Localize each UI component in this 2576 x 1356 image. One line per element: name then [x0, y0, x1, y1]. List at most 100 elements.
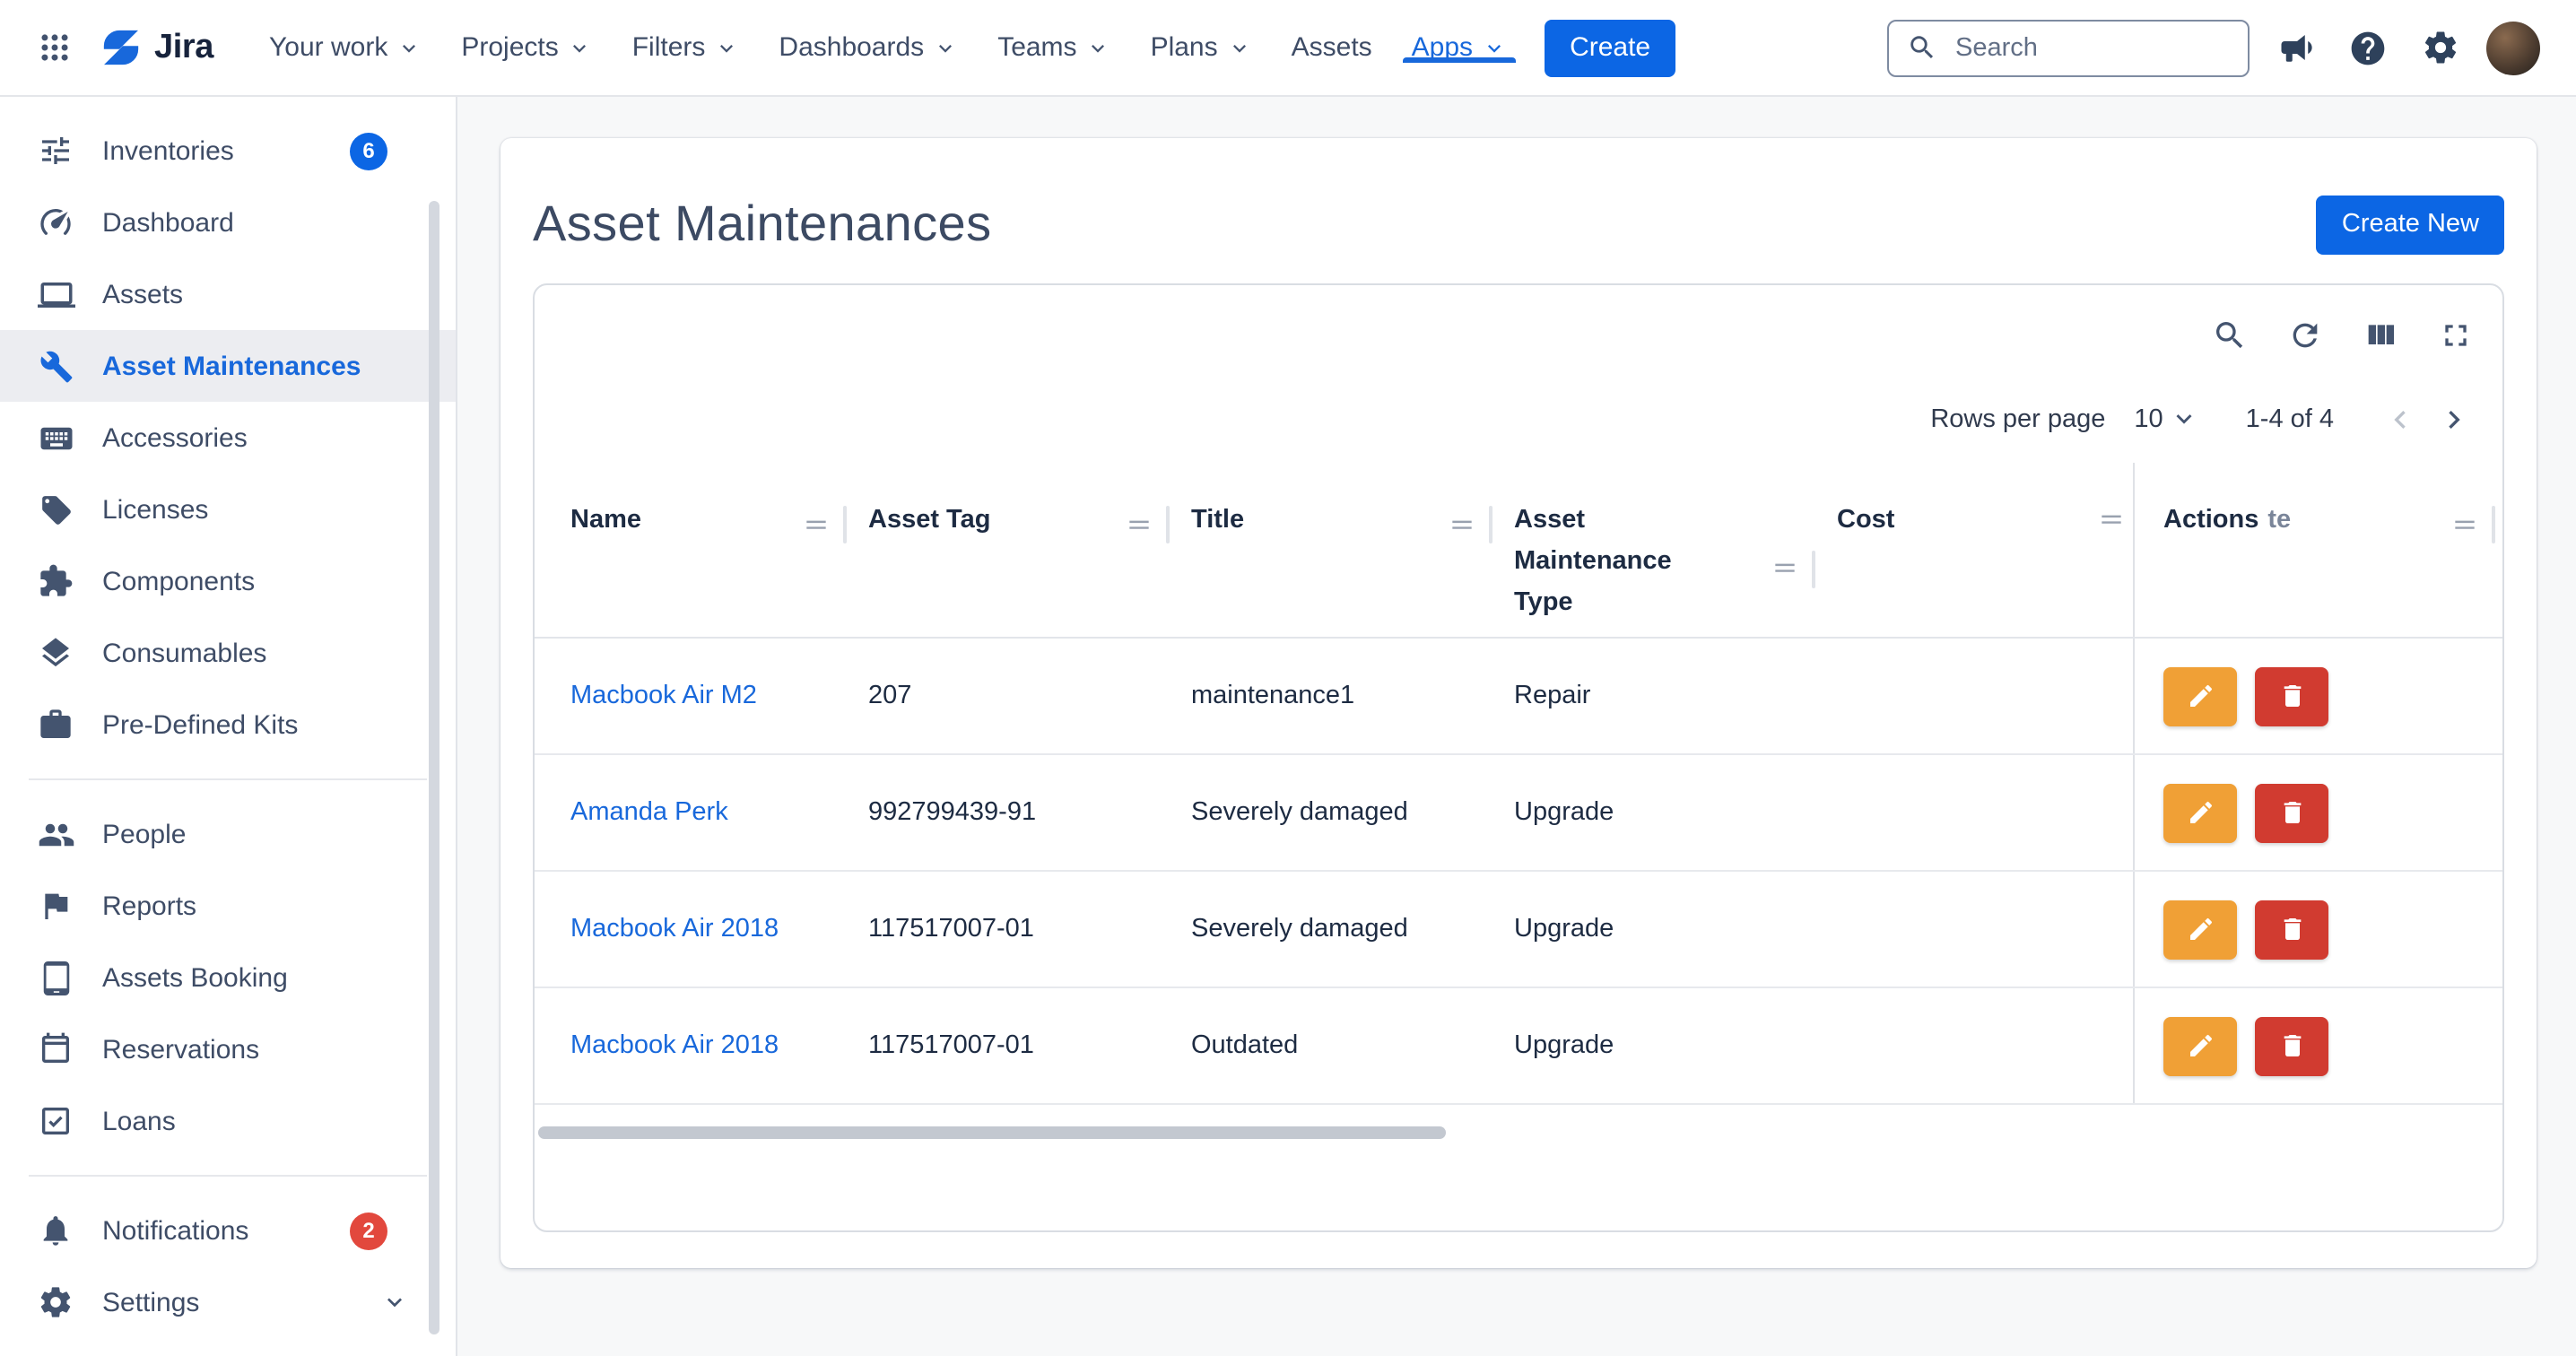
- drag-handle-icon[interactable]: [2450, 510, 2479, 539]
- drag-handle-icon[interactable]: [802, 510, 831, 539]
- help-button[interactable]: [2343, 22, 2393, 73]
- sidebar-item-pre-defined-kits[interactable]: Pre-Defined Kits: [0, 689, 456, 761]
- delete-button[interactable]: [2255, 1016, 2328, 1075]
- column-separator[interactable]: [843, 506, 847, 543]
- nav-item-assets[interactable]: Assets: [1272, 32, 1392, 63]
- title-cell: Outdated: [1177, 1031, 1500, 1060]
- chevron-down-icon: [2169, 404, 2199, 434]
- sidebar-item-reports[interactable]: Reports: [0, 870, 456, 942]
- sidebar-item-accessories[interactable]: Accessories: [0, 402, 456, 474]
- delete-button[interactable]: [2255, 783, 2328, 842]
- sidebar-item-asset-maintenances[interactable]: Asset Maintenances: [0, 330, 456, 402]
- jira-mark-icon: [100, 27, 142, 68]
- column-header-name[interactable]: Name: [556, 463, 854, 637]
- column-header-actions[interactable]: Actions te: [2133, 463, 2502, 637]
- nav-item-apps[interactable]: Apps: [1392, 32, 1527, 63]
- app-switcher-button[interactable]: [25, 19, 83, 76]
- app-grid-icon: [37, 30, 71, 65]
- pencil-icon: [2186, 682, 2215, 710]
- laptop-icon: [36, 274, 75, 314]
- top-navigation: Jira Your work Projects Filters Dashboar…: [0, 0, 2576, 97]
- rows-per-page-select[interactable]: 10: [2134, 404, 2198, 434]
- nav-item-dashboards[interactable]: Dashboards: [759, 32, 978, 63]
- drag-handle-icon[interactable]: [2097, 506, 2126, 535]
- column-header-asset-maintenance-type[interactable]: Asset Maintenance Type: [1500, 463, 1823, 637]
- delete-button[interactable]: [2255, 900, 2328, 959]
- settings-button[interactable]: [2415, 22, 2465, 73]
- sidebar-item-assets[interactable]: Assets: [0, 258, 456, 330]
- feedback-button[interactable]: [2271, 22, 2321, 73]
- table-refresh-button[interactable]: [2276, 307, 2334, 364]
- sidebar-item-assets-booking[interactable]: Assets Booking: [0, 942, 456, 1013]
- global-search[interactable]: [1887, 19, 2250, 76]
- asset-name-link[interactable]: Macbook Air 2018: [556, 1031, 854, 1060]
- search-input[interactable]: [1952, 31, 2230, 64]
- sidebar-item-licenses[interactable]: Licenses: [0, 474, 456, 545]
- sidebar-item-notifications[interactable]: Notifications 2: [0, 1195, 456, 1266]
- bullhorn-icon: [2277, 29, 2315, 66]
- column-separator[interactable]: [1166, 506, 1170, 543]
- column-separator[interactable]: [1812, 550, 1815, 587]
- previous-page-button[interactable]: [2373, 392, 2427, 446]
- table-row: Amanda Perk 992799439-91 Severely damage…: [535, 755, 2502, 872]
- column-header-asset-tag[interactable]: Asset Tag: [854, 463, 1177, 637]
- sidebar-item-dashboard[interactable]: Dashboard: [0, 187, 456, 258]
- actions-cell: [2133, 639, 2502, 753]
- gauge-icon: [36, 203, 75, 242]
- page-card: Asset Maintenances Create New: [500, 138, 2537, 1268]
- actions-cell: [2133, 872, 2502, 987]
- table-fullscreen-button[interactable]: [2427, 307, 2485, 364]
- sidebar-item-people[interactable]: People: [0, 798, 456, 870]
- nav-item-plans[interactable]: Plans: [1131, 32, 1272, 63]
- sidebar-scrollbar[interactable]: [429, 201, 439, 1334]
- page-header: Asset Maintenances Create New: [533, 138, 2504, 283]
- asset-name-link[interactable]: Amanda Perk: [556, 798, 854, 827]
- drag-handle-icon[interactable]: [1448, 510, 1476, 539]
- next-page-button[interactable]: [2427, 392, 2481, 446]
- drag-handle-icon[interactable]: [1771, 554, 1799, 583]
- table-search-button[interactable]: [2201, 307, 2258, 364]
- asset-name-link[interactable]: Macbook Air 2018: [556, 915, 854, 943]
- horizontal-scrollbar[interactable]: [538, 1126, 1446, 1139]
- help-icon: [2348, 28, 2388, 67]
- nav-item-teams[interactable]: Teams: [978, 32, 1130, 63]
- chevron-down-icon: [396, 35, 422, 60]
- asset-name-link[interactable]: Macbook Air M2: [556, 682, 854, 710]
- trash-icon: [2277, 915, 2306, 943]
- tablet-icon: [36, 958, 75, 997]
- title-cell: Severely damaged: [1177, 915, 1500, 943]
- delete-button[interactable]: [2255, 666, 2328, 726]
- edit-button[interactable]: [2163, 783, 2237, 842]
- maintenance-type-cell: Upgrade: [1500, 1031, 1823, 1060]
- sidebar-item-reservations[interactable]: Reservations: [0, 1013, 456, 1085]
- sidebar-item-inventories[interactable]: Inventories 6: [0, 115, 456, 187]
- create-button[interactable]: Create: [1545, 19, 1675, 76]
- sidebar-item-consumables[interactable]: Consumables: [0, 617, 456, 689]
- actions-cell: [2133, 988, 2502, 1103]
- edit-button[interactable]: [2163, 666, 2237, 726]
- edit-button[interactable]: [2163, 1016, 2237, 1075]
- sidebar-item-loans[interactable]: Loans: [0, 1085, 456, 1157]
- table-columns-button[interactable]: [2352, 307, 2409, 364]
- maintenance-type-cell: Repair: [1500, 682, 1823, 710]
- user-avatar[interactable]: [2486, 21, 2540, 74]
- pencil-icon: [2186, 798, 2215, 827]
- drag-handle-icon[interactable]: [1125, 510, 1153, 539]
- briefcase-icon: [36, 705, 75, 744]
- page-title: Asset Maintenances: [533, 196, 992, 253]
- column-separator[interactable]: [1489, 506, 1493, 543]
- nav-item-your-work[interactable]: Your work: [249, 32, 441, 63]
- create-new-button[interactable]: Create New: [2317, 195, 2504, 254]
- column-header-cost[interactable]: Cost: [1823, 463, 2133, 637]
- column-separator[interactable]: [2492, 506, 2495, 543]
- edit-button[interactable]: [2163, 900, 2237, 959]
- nav-left-cluster: Jira Your work Projects Filters Dashboar…: [25, 0, 1675, 95]
- nav-item-filters[interactable]: Filters: [613, 32, 760, 63]
- sidebar-item-settings[interactable]: Settings: [0, 1266, 456, 1338]
- table-row: Macbook Air 2018 117517007-01 Outdated U…: [535, 988, 2502, 1105]
- nav-item-projects[interactable]: Projects: [441, 32, 612, 63]
- jira-logo[interactable]: Jira: [100, 27, 213, 68]
- actions-cell: [2133, 755, 2502, 870]
- sidebar-item-components[interactable]: Components: [0, 545, 456, 617]
- column-header-title[interactable]: Title: [1177, 463, 1500, 637]
